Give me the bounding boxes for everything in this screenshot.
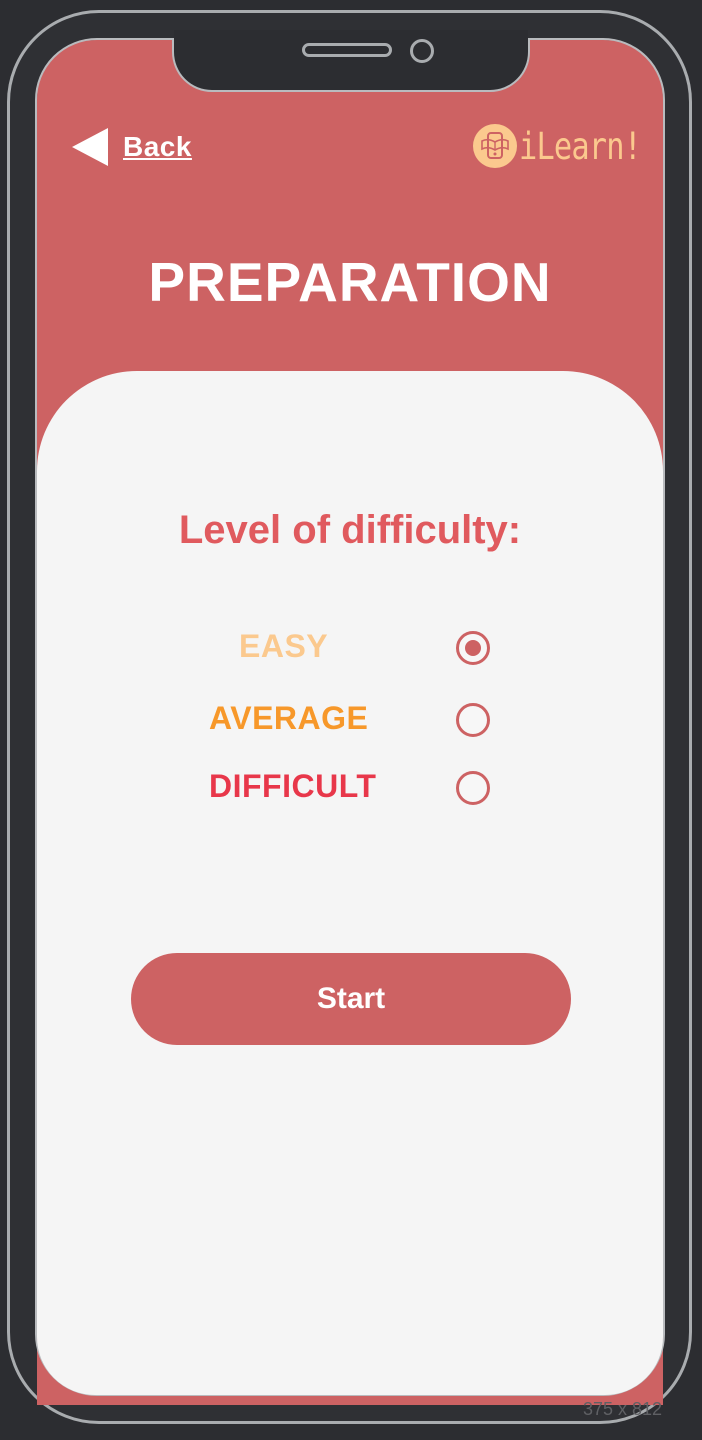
option-label-average: AVERAGE xyxy=(209,700,369,736)
canvas: Back iLearn! PREPARATION Level of diffic… xyxy=(0,0,702,1440)
front-camera xyxy=(410,39,434,63)
difficulty-option-easy: EASY xyxy=(239,628,328,665)
page-title: PREPARATION xyxy=(148,251,552,313)
app-logo: iLearn! xyxy=(473,124,668,168)
device-size-label: 375 x 812 xyxy=(583,1399,663,1419)
difficulty-title: Level of difficulty: xyxy=(178,508,522,552)
logo-text: iLearn! xyxy=(519,124,642,168)
option-label-difficult: DIFFICULT xyxy=(209,768,377,804)
radio-average[interactable] xyxy=(456,703,490,737)
radio-easy[interactable] xyxy=(456,631,490,665)
option-label-easy: EASY xyxy=(239,628,329,664)
radio-difficult[interactable] xyxy=(456,771,490,805)
back-label: Back xyxy=(123,131,192,162)
back-button[interactable]: Back xyxy=(72,128,192,166)
difficulty-option-average: AVERAGE xyxy=(209,700,368,737)
tablet-book-icon xyxy=(473,124,517,168)
back-arrow-icon xyxy=(72,128,108,166)
start-button[interactable]: Start xyxy=(131,953,571,1045)
difficulty-option-difficult: DIFFICULT xyxy=(209,768,376,805)
speaker-grille xyxy=(302,43,392,57)
